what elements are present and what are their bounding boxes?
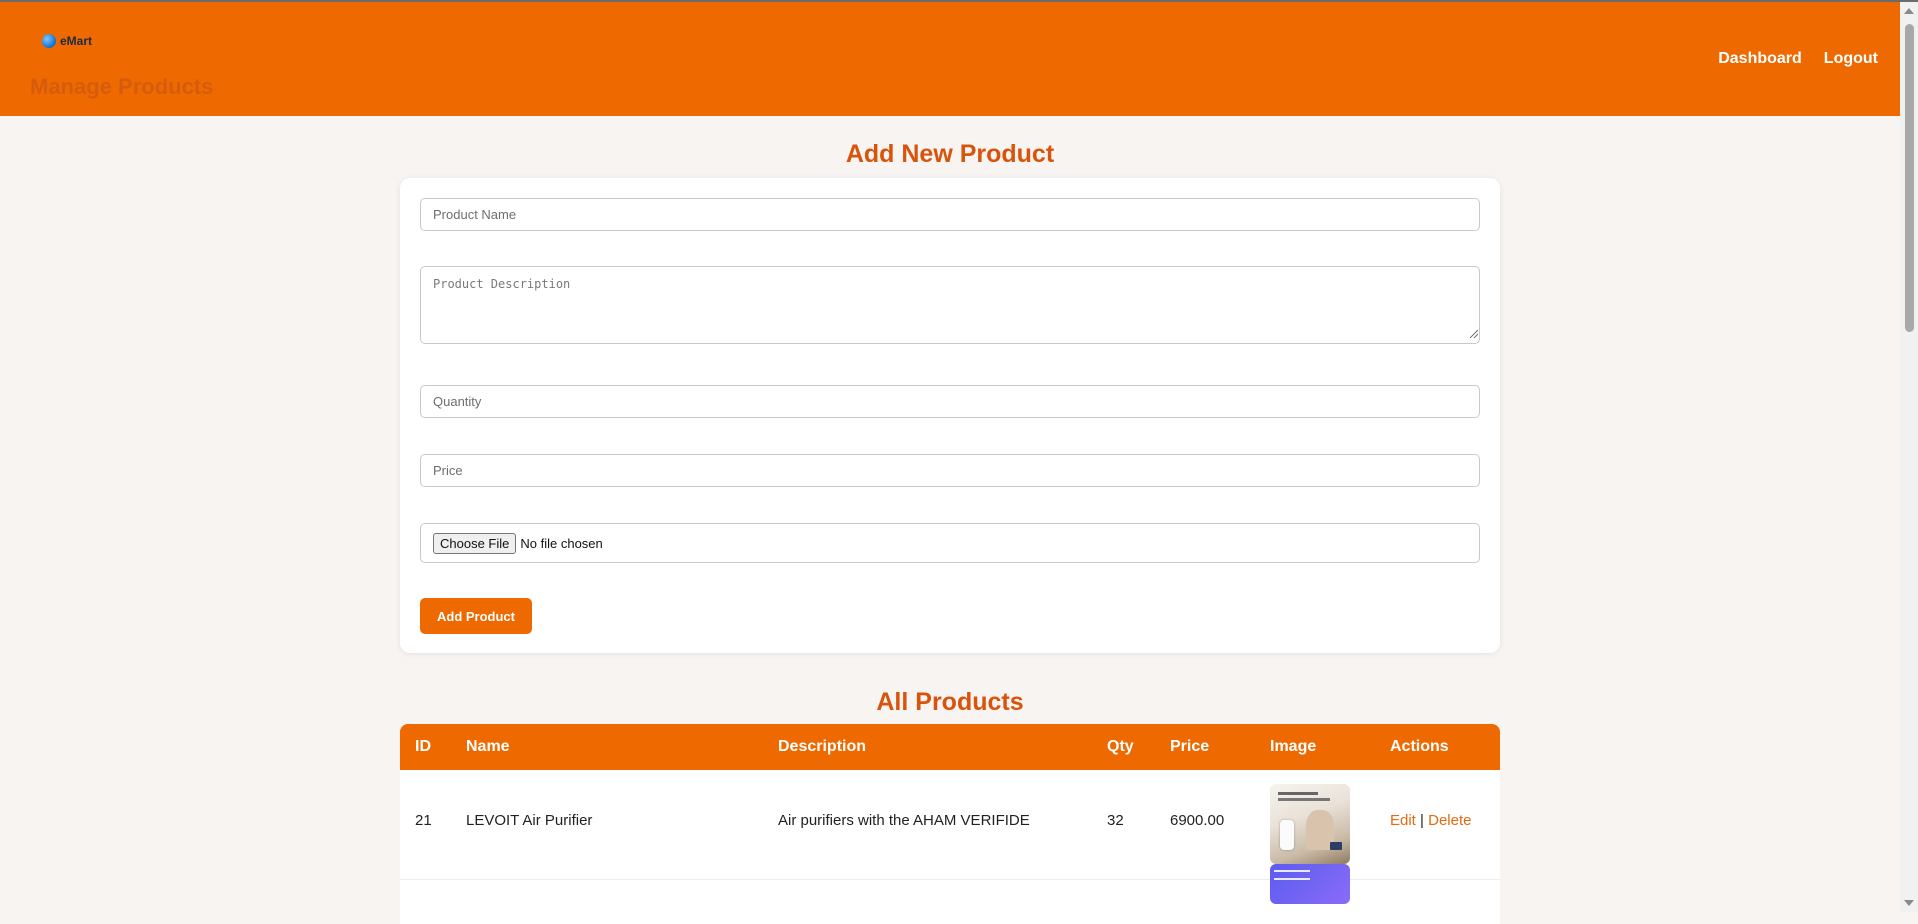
product-image-thumbnail bbox=[1270, 784, 1350, 864]
logo[interactable]: eMart bbox=[42, 34, 92, 48]
globe-logo-icon bbox=[42, 34, 56, 48]
cell-price: 6900.00 bbox=[1170, 812, 1225, 829]
cell-qty: 32 bbox=[1107, 812, 1124, 829]
price-input[interactable] bbox=[420, 454, 1480, 487]
page-scrollbar[interactable] bbox=[1900, 2, 1918, 912]
table-header-row: ID Name Description Qty Price Image Acti… bbox=[400, 724, 1500, 770]
cell-name: LEVOIT Air Purifier bbox=[466, 812, 593, 829]
product-image-thumbnail-partial bbox=[1270, 864, 1350, 904]
image-file-input: Choose File No file chosen bbox=[420, 523, 1480, 563]
column-header-qty: Qty bbox=[1107, 738, 1134, 755]
products-table: ID Name Description Qty Price Image Acti… bbox=[400, 724, 1500, 924]
choose-file-button[interactable]: Choose File bbox=[433, 532, 517, 554]
add-product-button[interactable]: Add Product bbox=[420, 598, 532, 634]
product-name-input[interactable] bbox=[420, 198, 1480, 231]
cell-actions: Edit | Delete bbox=[1390, 812, 1471, 829]
file-status-text: No file chosen bbox=[520, 535, 603, 551]
column-header-id: ID bbox=[415, 738, 431, 755]
scrollbar-thumb[interactable] bbox=[1905, 24, 1914, 332]
add-product-form: Choose File No file chosen Add Product bbox=[400, 178, 1500, 653]
column-header-description: Description bbox=[778, 738, 867, 755]
actions-separator: | bbox=[1420, 812, 1424, 829]
edit-link[interactable]: Edit bbox=[1390, 812, 1416, 829]
logo-text: eMart bbox=[60, 34, 93, 48]
textarea-resize-handle[interactable] bbox=[1470, 330, 1478, 338]
column-header-price: Price bbox=[1170, 738, 1210, 755]
delete-link[interactable]: Delete bbox=[1428, 812, 1471, 829]
scroll-up-arrow-icon[interactable] bbox=[1904, 8, 1914, 14]
quantity-input[interactable] bbox=[420, 385, 1480, 418]
product-description-textarea[interactable] bbox=[420, 266, 1480, 344]
cell-id: 21 bbox=[415, 812, 432, 829]
header-nav: Dashboard Logout bbox=[1718, 50, 1878, 68]
column-header-actions: Actions bbox=[1390, 738, 1449, 755]
page-title: Manage Products bbox=[30, 74, 214, 99]
column-header-image: Image bbox=[1270, 738, 1317, 755]
top-header: eMart Manage Products Dashboard Logout bbox=[0, 2, 1900, 116]
cell-description: Air purifiers with the AHAM VERIFIDE bbox=[778, 812, 1030, 829]
nav-logout-link[interactable]: Logout bbox=[1824, 50, 1878, 68]
column-header-name: Name bbox=[466, 738, 510, 755]
scroll-down-arrow-icon[interactable] bbox=[1904, 900, 1914, 906]
nav-dashboard-link[interactable]: Dashboard bbox=[1718, 50, 1802, 68]
add-product-heading: Add New Product bbox=[845, 140, 1055, 168]
all-products-heading: All Products bbox=[876, 688, 1024, 716]
